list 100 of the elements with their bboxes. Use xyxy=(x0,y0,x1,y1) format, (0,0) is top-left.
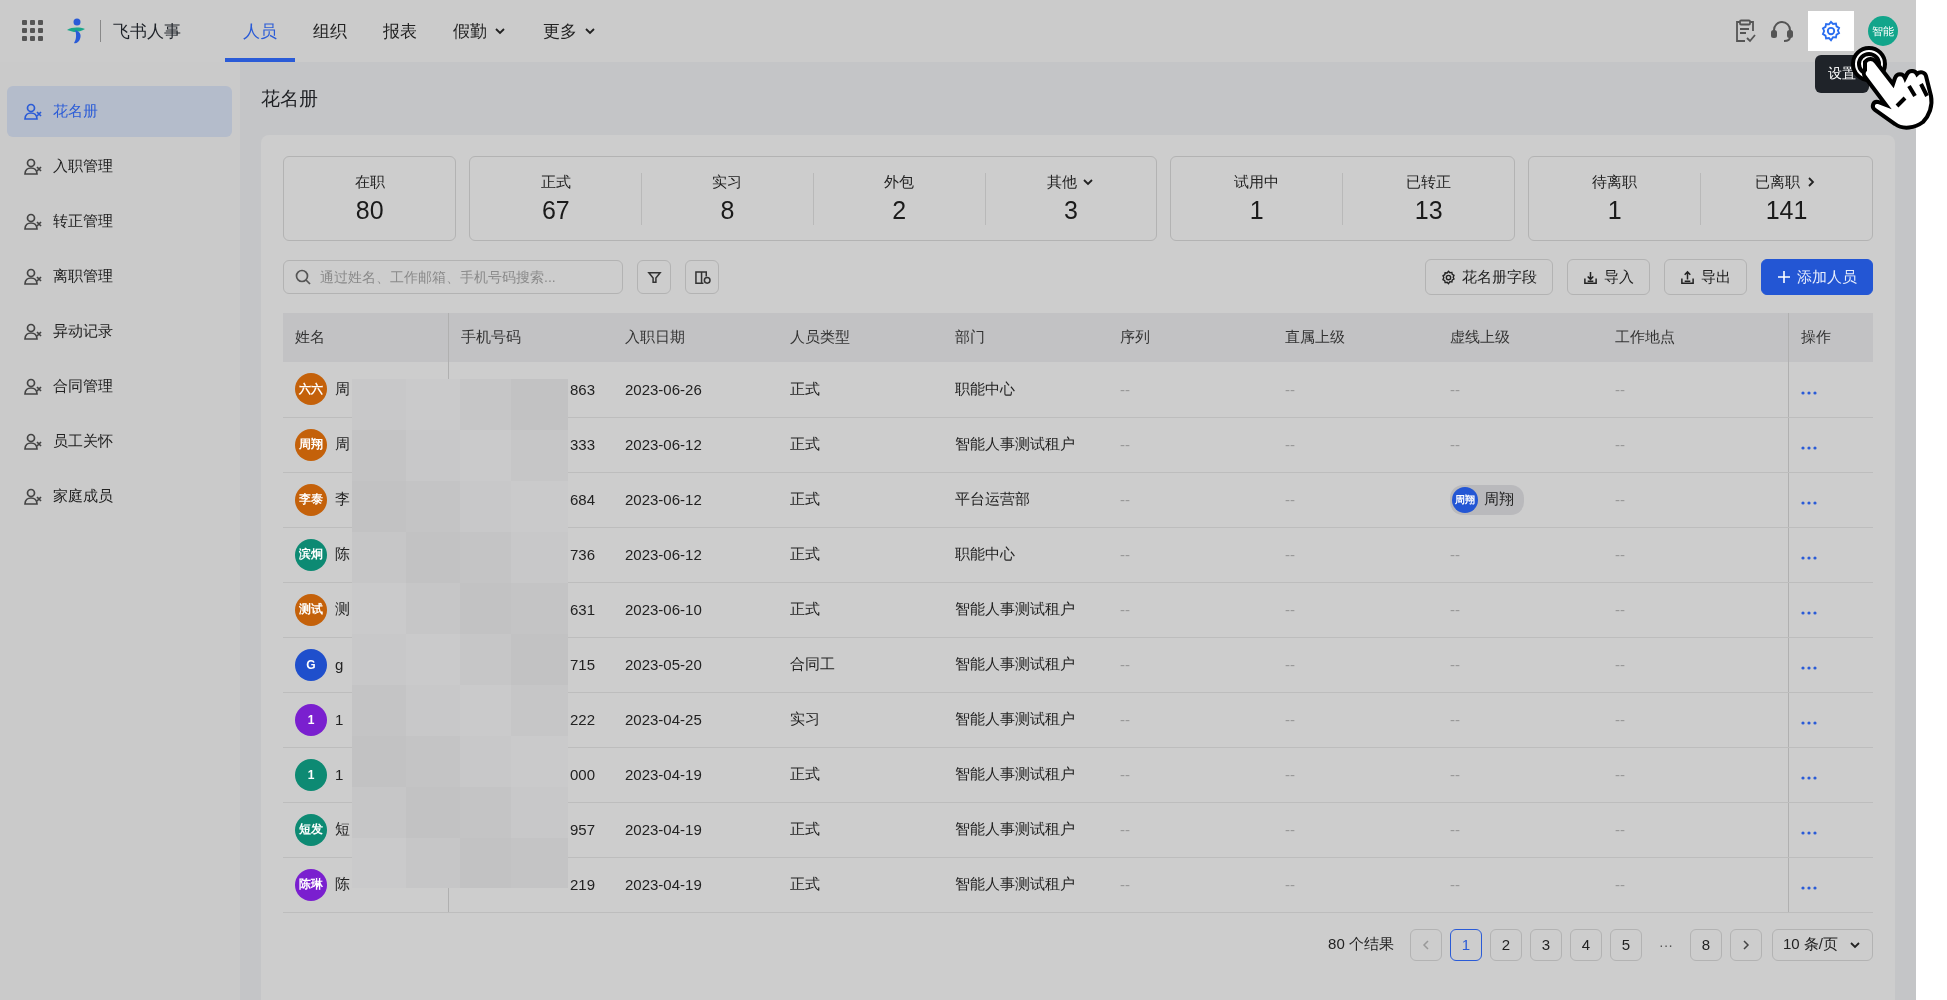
person-icon xyxy=(23,431,43,452)
person-icon xyxy=(23,101,43,122)
more-icon[interactable] xyxy=(1800,446,1817,450)
page-size-select[interactable]: 10 条/页 xyxy=(1771,928,1873,961)
table-cell: -- xyxy=(1450,711,1460,728)
add-person-button[interactable]: 添加人员 xyxy=(1761,259,1873,295)
avatar: 陈琳 xyxy=(295,868,327,901)
more-icon[interactable] xyxy=(1800,721,1817,725)
table-cell: -- xyxy=(1285,491,1295,508)
clipboard-icon[interactable] xyxy=(1734,19,1756,43)
date-cell: 2023-06-26 xyxy=(625,380,702,398)
department-cell: 职能中心 xyxy=(955,379,1015,397)
page-title: 花名册 xyxy=(261,86,318,111)
department-cell: 职能中心 xyxy=(955,545,1015,562)
headset-icon[interactable] xyxy=(1770,19,1794,43)
phone-cell: 222 xyxy=(569,711,595,728)
phone-cell: 000 xyxy=(569,766,595,783)
stat-label: 待离职 xyxy=(1592,172,1638,192)
fields-button[interactable]: 花名册字段 xyxy=(1425,259,1553,295)
table-cell: -- xyxy=(1120,711,1130,728)
person-icon xyxy=(23,376,43,397)
more-icon[interactable] xyxy=(1800,390,1817,395)
table-cell: -- xyxy=(1285,601,1295,618)
table-cell: -- xyxy=(1120,380,1130,398)
phone-cell: 715 xyxy=(569,656,595,673)
filter-button[interactable] xyxy=(637,260,671,294)
settings-button[interactable] xyxy=(1808,11,1854,51)
name-cell: 1 xyxy=(335,766,344,783)
column-settings-button[interactable] xyxy=(685,260,719,294)
department-cell: 智能人事测试租户 xyxy=(955,435,1075,452)
more-icon[interactable] xyxy=(1800,501,1817,505)
page-button[interactable]: 3 xyxy=(1529,928,1562,961)
stat-label: 外包 xyxy=(884,172,915,192)
type-cell: 正式 xyxy=(790,435,820,452)
name-cell: 周 xyxy=(335,435,350,454)
date-cell: 2023-06-12 xyxy=(625,436,702,453)
sidebar-item[interactable]: 转正管理 xyxy=(7,196,232,247)
name-cell: 测 xyxy=(335,600,350,619)
person-icon xyxy=(23,211,43,232)
table-cell: -- xyxy=(1285,546,1295,563)
table-cell: -- xyxy=(1120,436,1130,453)
stat-value: 67 xyxy=(541,195,570,225)
sidebar-item[interactable]: 家庭成员 xyxy=(7,471,232,522)
column-header: 序列 xyxy=(1120,328,1150,345)
column-header: 操作 xyxy=(1800,328,1831,345)
page-button[interactable]: 8 xyxy=(1689,928,1722,961)
export-button[interactable]: 导出 xyxy=(1664,259,1747,295)
stat-label[interactable]: 已离职 xyxy=(1755,172,1819,192)
stat-value: 141 xyxy=(1765,195,1808,225)
type-cell: 正式 xyxy=(790,820,820,837)
more-icon[interactable] xyxy=(1800,666,1817,670)
table-cell: -- xyxy=(1615,491,1625,508)
table-cell: -- xyxy=(1615,601,1625,618)
columns-icon xyxy=(693,269,711,285)
settings-icon xyxy=(1820,20,1842,42)
more-icon[interactable] xyxy=(1800,611,1817,615)
more-icon[interactable] xyxy=(1800,776,1817,780)
sidebar-item[interactable]: 入职管理 xyxy=(7,141,232,192)
stat-label: 试用中 xyxy=(1234,172,1280,192)
page-button[interactable]: 1 xyxy=(1449,928,1482,961)
avatar: 1 xyxy=(295,703,327,736)
date-cell: 2023-06-12 xyxy=(625,546,702,563)
logo-icon xyxy=(66,18,86,44)
date-cell: 2023-06-10 xyxy=(625,601,702,618)
table-cell: -- xyxy=(1285,656,1295,673)
phone-cell: 736 xyxy=(569,546,595,563)
sidebar-item[interactable]: 离职管理 xyxy=(7,251,232,302)
avatar: 1 xyxy=(295,758,327,791)
app-grid-icon[interactable] xyxy=(22,20,44,42)
phone-cell: 957 xyxy=(569,821,595,838)
nav-tab[interactable]: 假勤 xyxy=(435,0,525,62)
page-button[interactable]: 5 xyxy=(1609,928,1642,961)
table-cell: -- xyxy=(1285,821,1295,838)
page-button[interactable]: 4 xyxy=(1569,928,1602,961)
column-header: 人员类型 xyxy=(790,328,850,345)
type-cell: 正式 xyxy=(790,379,820,397)
column-header: 姓名 xyxy=(295,328,325,345)
table-cell: -- xyxy=(1450,436,1460,453)
date-cell: 2023-04-19 xyxy=(625,766,702,783)
table-cell: -- xyxy=(1615,546,1625,563)
more-icon[interactable] xyxy=(1800,556,1817,560)
import-button[interactable]: 导入 xyxy=(1567,259,1650,295)
more-icon[interactable] xyxy=(1800,831,1817,835)
manager-chip[interactable]: 周翔 周翔 xyxy=(1450,484,1524,515)
sidebar-item[interactable]: 员工关怀 xyxy=(7,416,232,467)
name-cell: 陈 xyxy=(335,875,350,894)
nav-tab[interactable]: 报表 xyxy=(365,0,435,62)
sidebar-item[interactable]: 异动记录 xyxy=(7,306,232,357)
nav-tab[interactable]: 更多 xyxy=(525,0,615,62)
type-cell: 正式 xyxy=(790,490,820,507)
more-icon[interactable] xyxy=(1800,886,1817,890)
page-ellipsis[interactable]: ··· xyxy=(1649,936,1682,953)
nav-tab[interactable]: 组织 xyxy=(295,0,365,62)
sidebar-item[interactable]: 合同管理 xyxy=(7,361,232,412)
date-cell: 2023-06-12 xyxy=(625,491,702,508)
stat-label: 已转正 xyxy=(1406,172,1452,192)
stat-label[interactable]: 其他 xyxy=(1046,172,1095,192)
search-field[interactable]: 通过姓名、工作邮箱、手机号码搜索... xyxy=(283,260,623,294)
page-button[interactable]: 2 xyxy=(1489,928,1522,961)
table-cell: -- xyxy=(1285,711,1295,728)
